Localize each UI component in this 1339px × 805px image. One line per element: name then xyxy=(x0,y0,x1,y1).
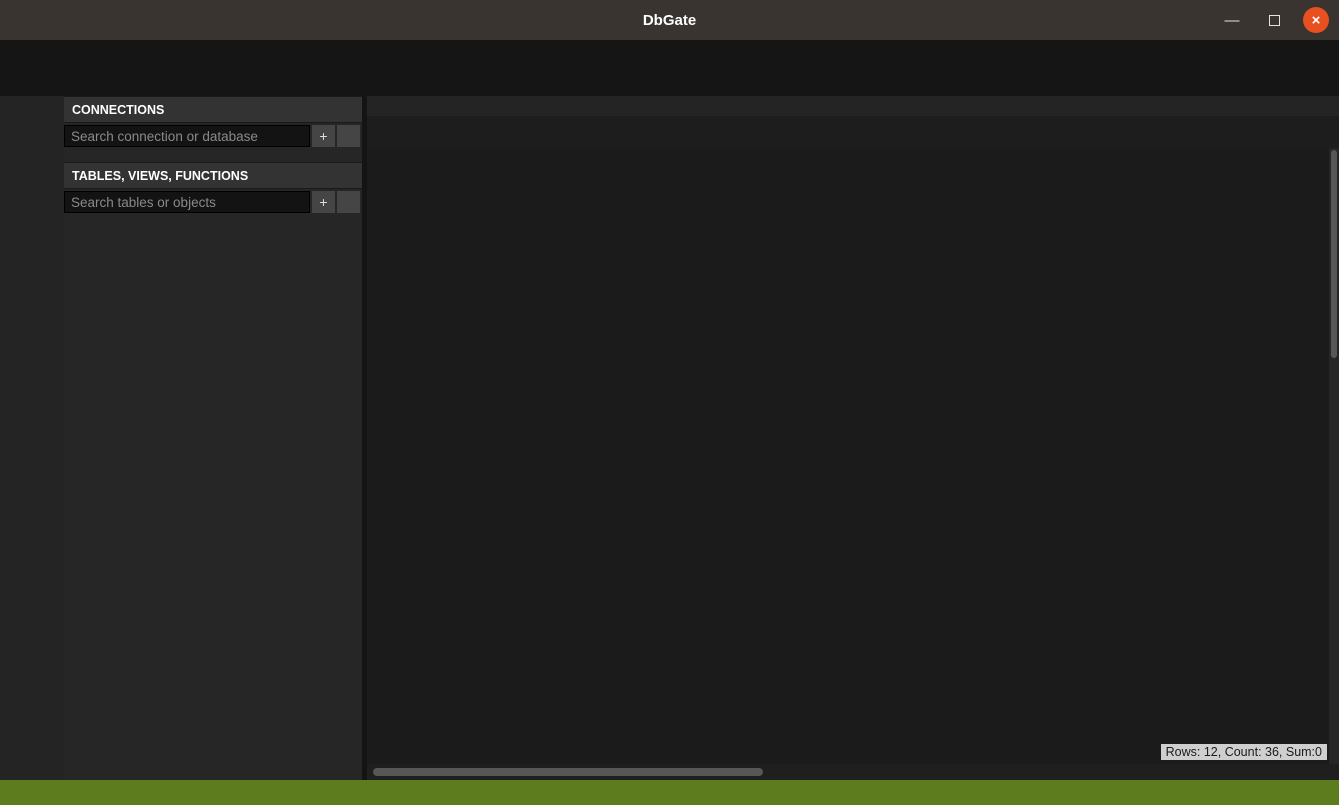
window-title: DbGate xyxy=(643,12,696,29)
statusbar xyxy=(0,780,1339,805)
connections-header: CONNECTIONS xyxy=(64,96,362,123)
toolbar xyxy=(0,65,1339,96)
connections-refresh-button[interactable] xyxy=(337,125,360,147)
data-grid xyxy=(367,148,1329,764)
connections-list xyxy=(64,149,362,152)
connections-search-row: + xyxy=(64,123,362,149)
tables-search-row: + xyxy=(64,189,362,215)
left-panel: CONNECTIONS + TABLES, VIEWS, FUNCTIONS + xyxy=(64,96,362,780)
table-tab-bar xyxy=(367,116,1339,148)
database-tab-bar xyxy=(367,96,1339,116)
grid-stats-overlay: Rows: 12, Count: 36, Sum:0 xyxy=(1161,744,1327,760)
data-grid-zone xyxy=(367,148,1339,764)
grid-vertical-scrollbar[interactable] xyxy=(1329,148,1339,764)
left-icon-sidebar xyxy=(0,96,64,780)
content-area: Rows: 12, Count: 36, Sum:0 xyxy=(367,96,1339,780)
tables-header: TABLES, VIEWS, FUNCTIONS xyxy=(64,162,362,189)
tables-refresh-button[interactable] xyxy=(337,191,360,213)
app-window: DbGate — × CONNECTIONS + TABLES, VIEWS, … xyxy=(0,0,1339,805)
grid-horizontal-scrollbar[interactable] xyxy=(367,764,1339,780)
maximize-button[interactable] xyxy=(1261,7,1287,33)
connections-search-input[interactable] xyxy=(64,125,310,147)
tables-list xyxy=(64,215,362,780)
grid-hscroll-thumb[interactable] xyxy=(373,768,763,776)
window-controls: — × xyxy=(1219,0,1329,40)
grid-vscroll-thumb[interactable] xyxy=(1331,150,1337,358)
tables-search-input[interactable] xyxy=(64,191,310,213)
tables-add-button[interactable]: + xyxy=(312,191,335,213)
connections-add-button[interactable]: + xyxy=(312,125,335,147)
titlebar: DbGate — × xyxy=(0,0,1339,40)
maximize-icon xyxy=(1269,15,1280,26)
menubar xyxy=(0,40,1339,65)
minimize-button[interactable]: — xyxy=(1219,7,1245,33)
close-button[interactable]: × xyxy=(1303,7,1329,33)
main-area: CONNECTIONS + TABLES, VIEWS, FUNCTIONS + xyxy=(0,96,1339,780)
